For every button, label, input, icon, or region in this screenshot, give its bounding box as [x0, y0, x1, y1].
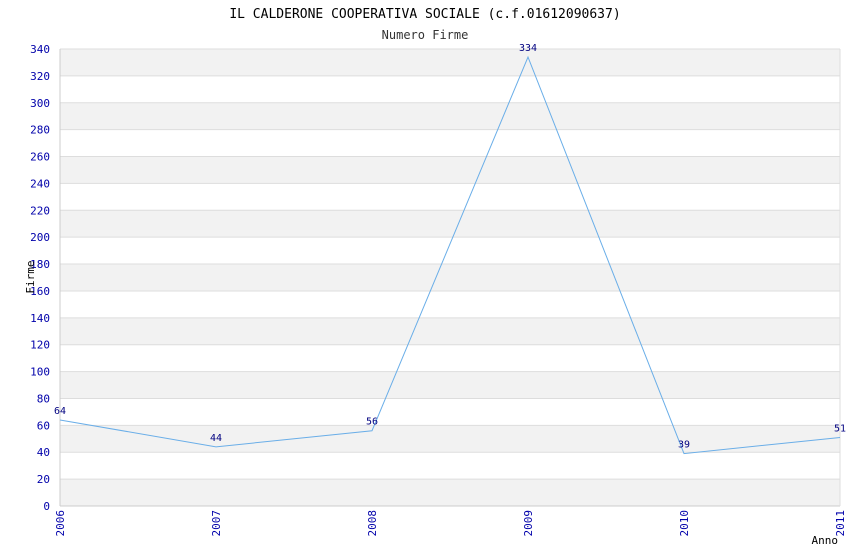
y-tick-label: 200 — [30, 231, 50, 244]
background-bands — [60, 49, 840, 506]
grid-band — [60, 425, 840, 453]
grid-band — [60, 102, 840, 130]
y-tick-label: 320 — [30, 70, 50, 83]
grid-band — [60, 479, 840, 506]
x-tick-label: 2009 — [522, 510, 535, 537]
chart: 0 20 40 60 80 100 120 140 160 180 200 220 240 260 280 3… — [0, 0, 850, 550]
grid-band — [60, 49, 840, 76]
x-tick-label: 2006 — [54, 510, 67, 537]
y-tick-label: 240 — [30, 177, 50, 190]
chart-title: IL CALDERONE COOPERATIVA SOCIALE (c.f.01… — [229, 7, 620, 22]
y-axis-label: Firme — [24, 260, 37, 293]
data-label: 51 — [834, 423, 846, 434]
x-tick-label: 2011 — [834, 510, 847, 537]
y-tick-label: 300 — [30, 97, 50, 110]
chart-subtitle: Numero Firme — [382, 28, 469, 42]
data-label: 56 — [366, 417, 378, 428]
y-tick-label: 280 — [30, 124, 50, 137]
y-tick-label: 20 — [37, 473, 50, 486]
x-tick-label: 2010 — [678, 510, 691, 537]
data-label: 39 — [678, 440, 690, 451]
grid-band — [60, 210, 840, 238]
data-label: 64 — [54, 406, 66, 417]
grid-band — [60, 317, 840, 345]
x-axis-label: Anno — [812, 534, 839, 547]
y-tick-label: 140 — [30, 312, 50, 325]
y-tick-label: 40 — [37, 446, 50, 459]
grid-band — [60, 371, 840, 399]
data-label: 334 — [519, 43, 537, 54]
y-tick-label: 220 — [30, 204, 50, 217]
line-chart-svg: 0204060801001201401601802002202402602803… — [24, 7, 847, 547]
y-tick-label: 100 — [30, 366, 50, 379]
grid-band — [60, 156, 840, 184]
grid-band — [60, 264, 840, 291]
y-tick-label: 80 — [37, 392, 50, 405]
x-tick-label: 2008 — [366, 510, 379, 537]
data-label: 44 — [210, 433, 222, 444]
y-tick-label: 60 — [37, 419, 50, 432]
y-tick-label: 0 — [43, 500, 50, 513]
x-tick-label: 2007 — [210, 510, 223, 537]
y-tick-label: 260 — [30, 151, 50, 164]
x-tick-labels: 2006 2007 2008 2009 2010 2011 — [54, 510, 847, 537]
y-tick-label: 340 — [30, 43, 50, 56]
y-tick-label: 120 — [30, 339, 50, 352]
